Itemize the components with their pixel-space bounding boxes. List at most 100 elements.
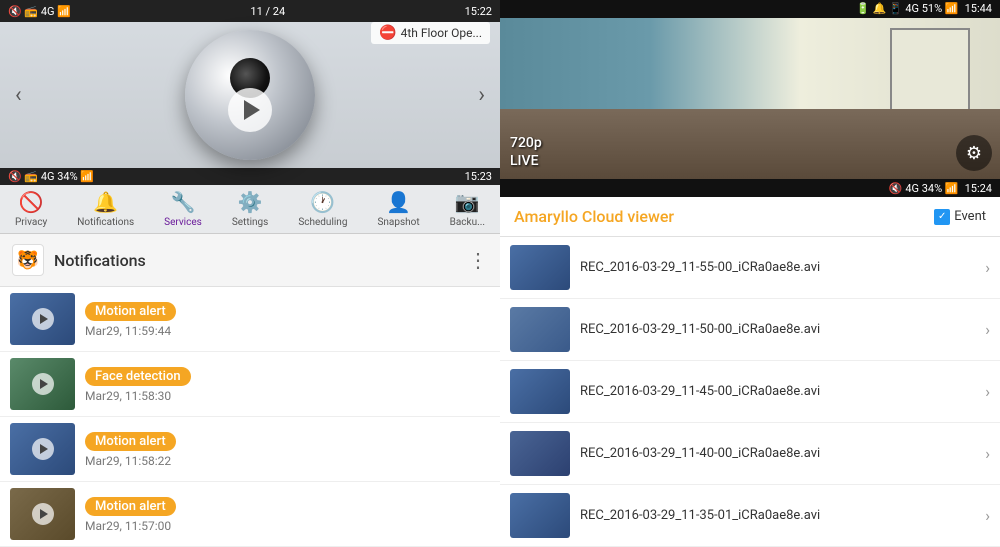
rec-thumb-4 — [510, 431, 570, 476]
rec-thumb-1 — [510, 245, 570, 290]
live-badge: 720p LIVE — [510, 135, 542, 169]
notif-time-2: Mar29, 11:58:30 — [85, 389, 490, 403]
scheduling-label: Scheduling — [298, 217, 347, 228]
cloud-viewer-title: Amaryllo Cloud viewer — [514, 207, 674, 226]
rec-thumb-5 — [510, 493, 570, 538]
notif-time-3: Mar29, 11:58:22 — [85, 454, 490, 468]
nav-item-scheduling[interactable]: 🕐 Scheduling — [292, 186, 353, 232]
thumb-play-triangle-2 — [40, 379, 48, 389]
time-left: 15:22 — [465, 5, 492, 18]
time-right: 15:44 — [965, 2, 992, 15]
camera-orb — [185, 30, 315, 160]
rec-item-2[interactable]: REC_2016-03-29_11-50-00_iCRa0ae8e.avi › — [500, 299, 1000, 361]
rec-filename-1: REC_2016-03-29_11-55-00_iCRa0ae8e.avi — [580, 260, 975, 275]
notif-item-3[interactable]: Motion alert Mar29, 11:58:22 — [0, 417, 500, 482]
notifications-icon: 🔔 — [93, 190, 118, 214]
event-badge: ✓ Event — [934, 209, 986, 225]
notif-time-4: Mar29, 11:57:00 — [85, 519, 490, 533]
notif-thumb-2 — [10, 358, 75, 410]
thumb-play-icon-4 — [32, 503, 54, 525]
notif-item-1[interactable]: Motion alert Mar29, 11:59:44 — [0, 287, 500, 352]
cloud-viewer: Amaryllo Cloud viewer ✓ Event REC_2016-0… — [500, 197, 1000, 547]
settings-label: Settings — [232, 217, 269, 228]
nav-item-snapshot[interactable]: 👤 Snapshot — [371, 186, 425, 232]
notif-thumb-3 — [10, 423, 75, 475]
status-bar-left2: 🔇 📻 4G 34% 📶 15:23 — [0, 168, 500, 185]
notif-badge-3: Motion alert — [85, 432, 176, 451]
status-bar-right2: 🔇 4G 34% 📶 15:24 — [500, 179, 1000, 197]
rec-thumb-2 — [510, 307, 570, 352]
notifications-header: 🐯 Notifications ⋮ — [0, 234, 500, 287]
rec-item-4[interactable]: REC_2016-03-29_11-40-00_iCRa0ae8e.avi › — [500, 423, 1000, 485]
notif-content-4: Motion alert Mar29, 11:57:00 — [85, 495, 490, 533]
status-left2-icons: 🔇 📻 4G 34% 📶 — [8, 170, 94, 183]
rec-filename-3: REC_2016-03-29_11-45-00_iCRa0ae8e.avi — [580, 384, 975, 399]
rec-filename-4: REC_2016-03-29_11-40-00_iCRa0ae8e.avi — [580, 446, 975, 461]
notif-content-3: Motion alert Mar29, 11:58:22 — [85, 430, 490, 468]
live-status: LIVE — [510, 153, 542, 169]
notif-thumb-4 — [10, 488, 75, 540]
notifications-list: Motion alert Mar29, 11:59:44 Face detect… — [0, 287, 500, 547]
thumb-play-triangle-4 — [40, 509, 48, 519]
left-panel: 🔇 📻 4G 📶 11 / 24 15:22 ⛔ 4th Floor Ope..… — [0, 0, 500, 547]
nav-icons-bar: 🚫 Privacy 🔔 Notifications 🔧 Services ⚙️ … — [0, 185, 500, 234]
privacy-label: Privacy — [15, 217, 47, 228]
rec-arrow-4: › — [985, 444, 990, 463]
rec-arrow-3: › — [985, 382, 990, 401]
status-left-icons: 🔇 📻 4G 📶 — [8, 5, 71, 18]
rec-thumb-3 — [510, 369, 570, 414]
more-options-button[interactable]: ⋮ — [468, 248, 488, 272]
notif-title: Notifications — [54, 251, 146, 270]
play-triangle-icon — [244, 100, 260, 120]
thumb-play-icon-1 — [32, 308, 54, 330]
notif-item-4[interactable]: Motion alert Mar29, 11:57:00 — [0, 482, 500, 547]
privacy-icon: 🚫 — [19, 190, 44, 214]
rec-filename-2: REC_2016-03-29_11-50-00_iCRa0ae8e.avi — [580, 322, 975, 337]
scheduling-icon: 🕐 — [310, 190, 335, 214]
camera-section: 🔇 📻 4G 📶 11 / 24 15:22 ⛔ 4th Floor Ope..… — [0, 0, 500, 168]
settings-icon: ⚙️ — [238, 190, 263, 214]
notif-time-1: Mar29, 11:59:44 — [85, 324, 490, 338]
status-bar-top-left: 🔇 📻 4G 📶 11 / 24 15:22 — [0, 0, 500, 22]
rec-item-5[interactable]: REC_2016-03-29_11-35-01_iCRa0ae8e.avi › — [500, 485, 1000, 547]
nav-right-arrow[interactable]: › — [468, 73, 495, 118]
cloud-viewer-header: Amaryllo Cloud viewer ✓ Event — [500, 197, 1000, 237]
live-settings-button[interactable]: ⚙ — [956, 135, 992, 171]
notif-thumb-1 — [10, 293, 75, 345]
notif-header-left: 🐯 Notifications — [12, 244, 146, 276]
nav-item-services[interactable]: 🔧 Services — [158, 186, 208, 232]
thumb-play-triangle-3 — [40, 444, 48, 454]
notif-badge-2: Face detection — [85, 367, 191, 386]
notifications-panel: 🐯 Notifications ⋮ Motion alert Mar29, 11… — [0, 234, 500, 547]
status-bar-top-right: 🔋 🔔 📱 4G 51% 📶 15:44 — [500, 0, 1000, 18]
rec-item-1[interactable]: REC_2016-03-29_11-55-00_iCRa0ae8e.avi › — [500, 237, 1000, 299]
thumb-play-icon-3 — [32, 438, 54, 460]
camera-body: ‹ › — [0, 22, 500, 168]
notif-content-2: Face detection Mar29, 11:58:30 — [85, 365, 490, 403]
live-resolution: 720p — [510, 135, 542, 151]
live-room-background — [500, 18, 1000, 179]
nav-item-backup[interactable]: 📷 Backu... — [444, 186, 491, 232]
status-right-icons: 🔋 🔔 📱 4G 51% 📶 — [856, 2, 959, 15]
right-panel: 🔋 🔔 📱 4G 51% 📶 15:44 720p LIVE ⚙ 🔇 4G 34… — [500, 0, 1000, 547]
nav-left-arrow[interactable]: ‹ — [5, 73, 32, 118]
event-checkbox[interactable]: ✓ — [934, 209, 950, 225]
notif-content-1: Motion alert Mar29, 11:59:44 — [85, 300, 490, 338]
notif-badge-4: Motion alert — [85, 497, 176, 516]
rec-item-3[interactable]: REC_2016-03-29_11-45-00_iCRa0ae8e.avi › — [500, 361, 1000, 423]
nav-item-privacy[interactable]: 🚫 Privacy — [9, 186, 53, 232]
snapshot-label: Snapshot — [377, 217, 419, 228]
notif-item-2[interactable]: Face detection Mar29, 11:58:30 — [0, 352, 500, 417]
live-view: 720p LIVE ⚙ — [500, 18, 1000, 179]
snapshot-icon: 👤 — [386, 190, 411, 214]
thumb-play-triangle-1 — [40, 314, 48, 324]
room-furniture — [500, 109, 1000, 179]
backup-icon: 📷 — [455, 190, 480, 214]
rec-arrow-2: › — [985, 320, 990, 339]
nav-item-settings[interactable]: ⚙️ Settings — [226, 186, 275, 232]
play-button[interactable] — [228, 88, 272, 132]
nav-item-notifications[interactable]: 🔔 Notifications — [71, 186, 140, 232]
backup-label: Backu... — [450, 217, 485, 228]
notif-badge-1: Motion alert — [85, 302, 176, 321]
event-label: Event — [954, 209, 986, 224]
